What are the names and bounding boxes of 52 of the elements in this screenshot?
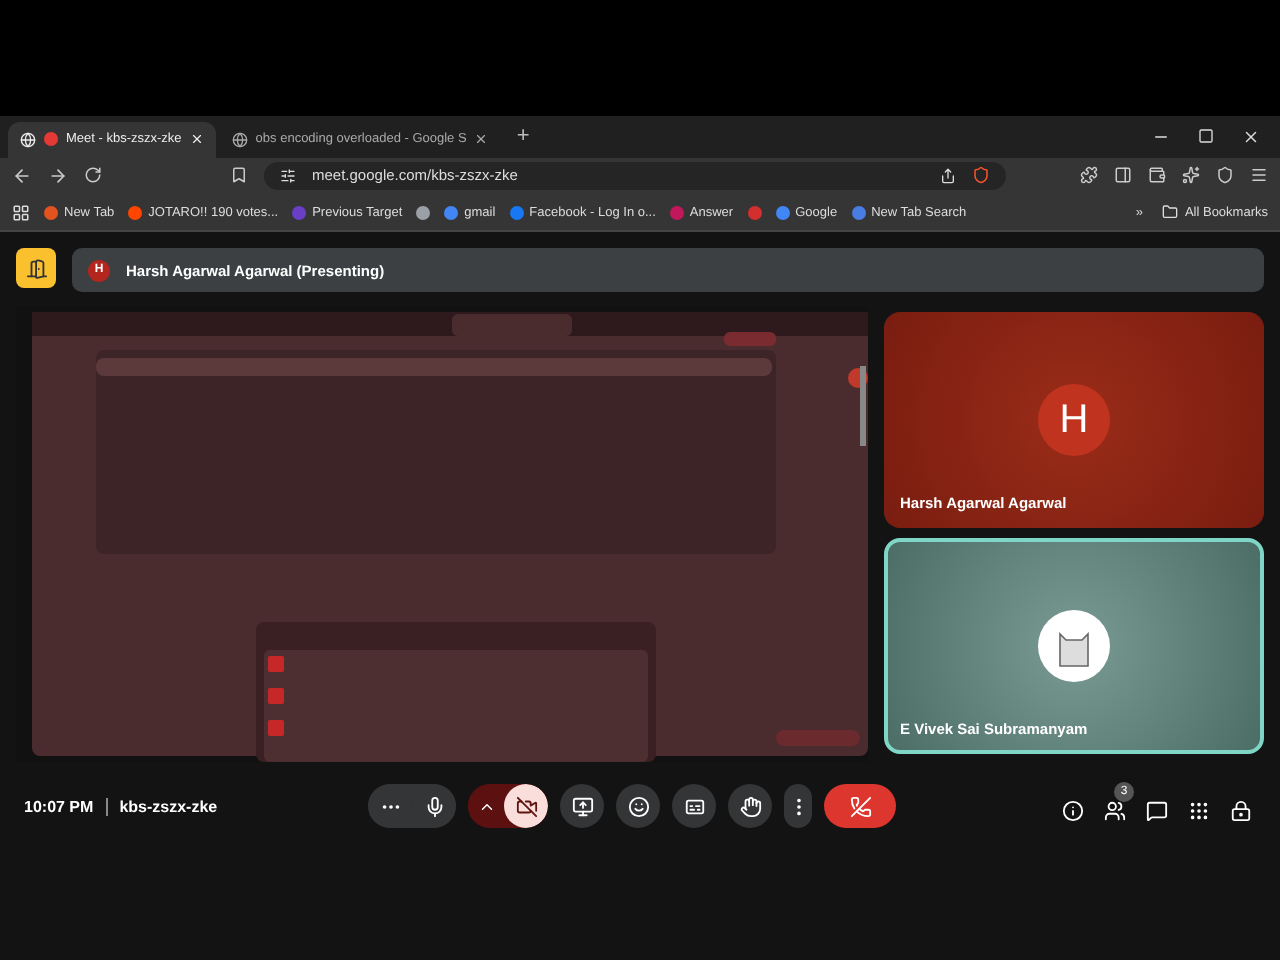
phone-icon (849, 795, 871, 817)
sidebar-icon[interactable] (1114, 166, 1132, 185)
meeting-code: kbs-zszx-zke (119, 797, 218, 815)
hand-icon (739, 795, 761, 817)
present-screen-button[interactable] (560, 784, 604, 828)
reload-icon[interactable] (84, 166, 102, 185)
camera-off-icon (515, 795, 537, 817)
microphone-icon (423, 795, 445, 817)
extensions-icon[interactable] (1080, 166, 1098, 185)
captions-icon (683, 795, 705, 817)
captions-button[interactable] (672, 784, 716, 828)
back-icon[interactable] (12, 165, 32, 186)
raise-hand-button[interactable] (728, 784, 772, 828)
menu-icon[interactable] (1250, 166, 1268, 185)
sparkle-icon[interactable] (1182, 166, 1200, 185)
bookmark-icon[interactable] (230, 166, 248, 185)
folder-icon (1162, 204, 1179, 221)
shield-icon[interactable] (1216, 166, 1234, 185)
host-controls-button[interactable] (1230, 799, 1252, 821)
bookmark-icon[interactable] (416, 205, 431, 220)
maximize-icon[interactable] (1198, 127, 1214, 144)
people-button[interactable] (1104, 799, 1126, 821)
camera-button[interactable] (504, 784, 548, 828)
people-icon (1104, 799, 1126, 821)
more-options-button[interactable] (784, 784, 812, 828)
activities-button[interactable] (1188, 799, 1210, 821)
shield-icon[interactable] (972, 166, 990, 185)
present-screen-icon (571, 795, 593, 817)
info-icon (1062, 799, 1084, 821)
apps-icon[interactable] (12, 203, 30, 222)
new-tab-button[interactable]: + (504, 124, 542, 149)
lock-icon (1230, 799, 1252, 821)
globe-icon (20, 131, 36, 148)
forward-icon[interactable] (48, 165, 68, 186)
globe-icon (231, 131, 248, 148)
wallet-icon[interactable] (1148, 166, 1166, 185)
emoji-button[interactable] (616, 784, 660, 828)
leave-call-button[interactable] (824, 784, 896, 828)
chat-icon (1146, 799, 1168, 821)
avatar-initial: H (1038, 384, 1110, 456)
cat-avatar-icon (1038, 610, 1110, 682)
door-icon (25, 257, 47, 279)
info-button[interactable] (1062, 799, 1084, 821)
clock-time: 10:07 PM (24, 797, 94, 815)
site-settings-icon[interactable] (280, 167, 296, 184)
smiley-icon (627, 795, 649, 817)
door-button[interactable] (16, 248, 56, 288)
chat-button[interactable] (1146, 799, 1168, 821)
share-icon[interactable] (940, 167, 956, 184)
close-icon[interactable] (474, 132, 489, 147)
close-icon[interactable] (1242, 127, 1260, 146)
grid-icon (1188, 799, 1210, 821)
